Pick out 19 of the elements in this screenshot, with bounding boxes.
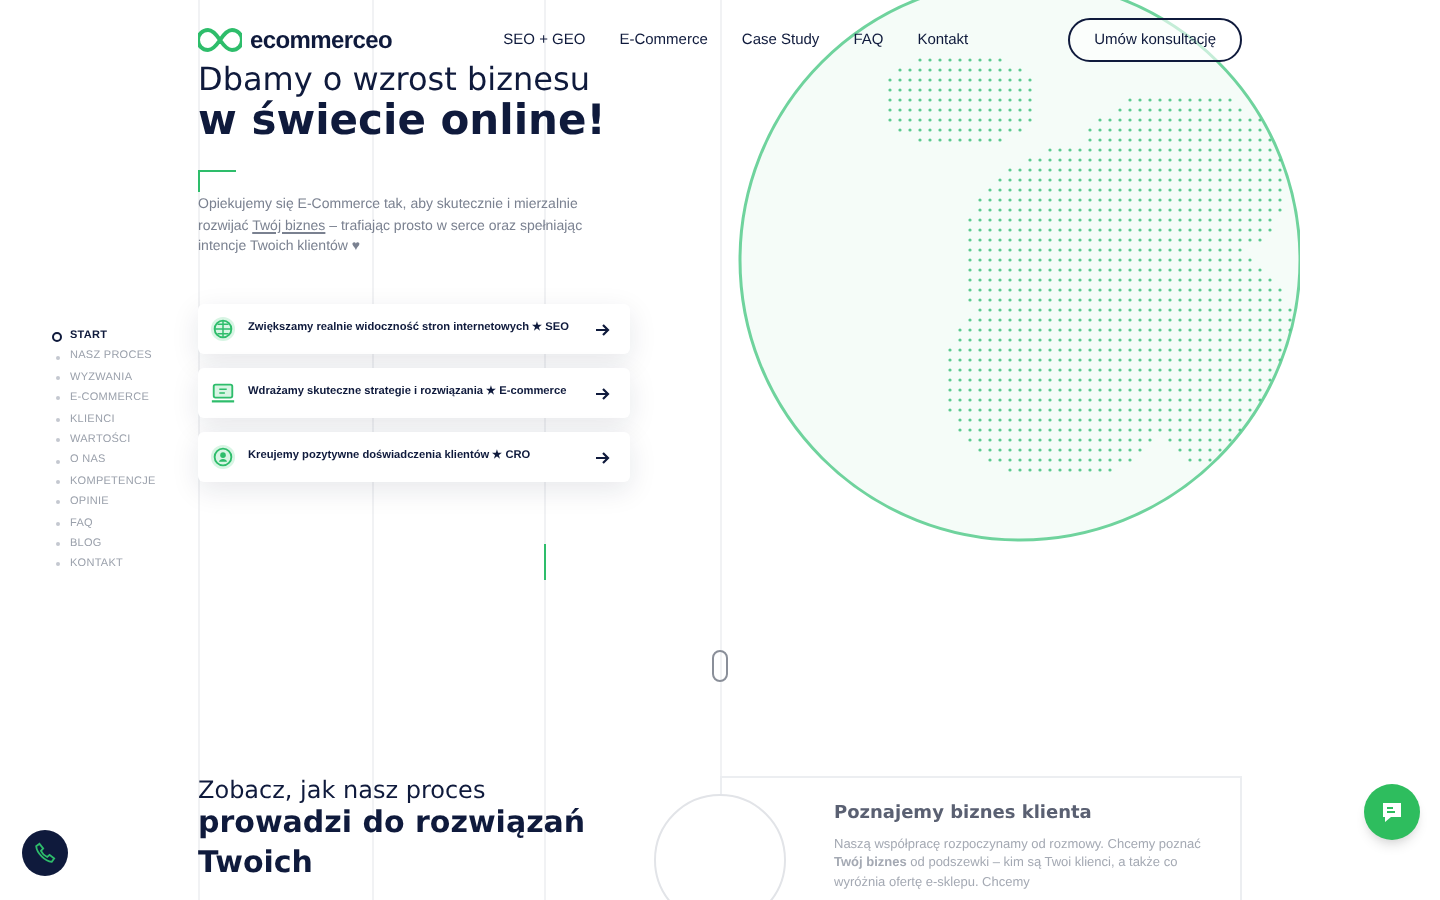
chat-icon xyxy=(1380,800,1404,824)
infinity-logo-icon xyxy=(198,28,242,52)
phone-icon xyxy=(34,842,56,864)
arrow-right-icon xyxy=(596,387,610,399)
section-lead: Zobacz, jak nasz proces xyxy=(198,774,486,808)
accent-line xyxy=(544,544,546,580)
laptop-icon xyxy=(210,380,236,406)
hero-title: Dbamy o wzrost biznesu xyxy=(198,58,590,100)
arrow-right-icon xyxy=(596,323,610,335)
logo-text[interactable]: ecommerceo xyxy=(250,22,393,58)
scroll-mouse-icon xyxy=(712,650,728,682)
globe-icon xyxy=(210,316,236,342)
corner-mark xyxy=(198,170,236,192)
arrow-right-icon xyxy=(596,451,610,463)
person-icon xyxy=(210,444,236,470)
step-title: Poznajemy biznes klienta xyxy=(834,802,1094,828)
hero-title: w świecie online! xyxy=(198,96,606,148)
section-title: prowadzi do rozwiązań Twoich xyxy=(198,803,588,882)
phone-button[interactable] xyxy=(22,830,68,876)
